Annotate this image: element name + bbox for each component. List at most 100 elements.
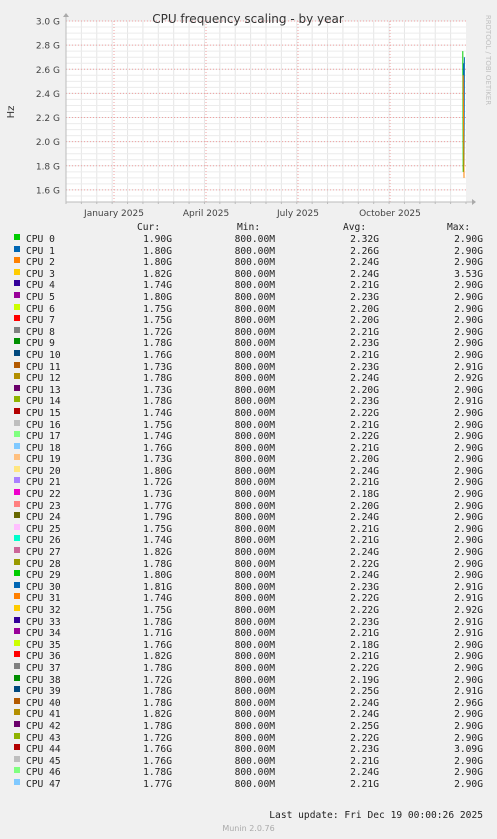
- legend-swatch: [14, 419, 20, 426]
- legend-series-name: CPU 44: [26, 744, 61, 756]
- legend-cur-value: 1.78G: [143, 396, 172, 408]
- legend-swatch: [14, 755, 20, 762]
- legend-cur-value: 1.78G: [143, 767, 172, 779]
- legend-row: CPU 36 1.82G 800.00M 2.21G 2.90G: [0, 651, 497, 663]
- legend-series-name: CPU 4: [26, 280, 55, 292]
- legend-max-value: 2.90G: [454, 535, 483, 547]
- legend-avg-value: 2.21G: [350, 523, 379, 535]
- y-tick-label: 1.8 G: [36, 162, 60, 172]
- legend-row: CPU 45 1.76G 800.00M 2.21G 2.90G: [0, 755, 497, 768]
- legend-min-value: 800.00M: [234, 535, 275, 547]
- legend-series-name: CPU 32: [26, 605, 61, 616]
- legend-swatch: [14, 349, 20, 356]
- legend-swatch: [14, 547, 20, 554]
- legend-min-value: 800.00M: [234, 755, 275, 767]
- legend-series-name: CPU 30: [26, 581, 61, 593]
- legend-avg-value: 2.25G: [350, 720, 379, 732]
- legend-cur-value: 1.78G: [143, 697, 172, 709]
- legend-row: CPU 13 1.73G 800.00M 2.20G 2.90G: [0, 384, 497, 397]
- legend-max-value: 2.90G: [454, 326, 483, 338]
- legend-series-name: CPU 37: [26, 662, 61, 674]
- legend-row: CPU 3 1.82G 800.00M 2.24G 3.53G: [0, 268, 497, 281]
- legend-cur-value: 1.72G: [143, 477, 172, 489]
- legend-cur-value: 1.75G: [143, 605, 172, 616]
- legend-cur-value: 1.82G: [143, 709, 172, 721]
- legend-series-name: CPU 31: [26, 593, 61, 605]
- legend-avg-value: 2.24G: [350, 373, 379, 385]
- legend-avg-value: 2.21G: [350, 535, 379, 547]
- legend-swatch: [14, 407, 20, 414]
- legend-min-value: 800.00M: [234, 605, 275, 616]
- legend-min-value: 800.00M: [234, 465, 275, 477]
- legend-row: CPU 4 1.74G 800.00M 2.21G 2.90G: [0, 280, 497, 292]
- legend-series-name: CPU 36: [26, 651, 61, 663]
- legend-min-value: 800.00M: [234, 234, 275, 245]
- legend-swatch: [14, 662, 20, 669]
- x-tick-label: July 2025: [276, 209, 319, 219]
- legend-series-name: CPU 18: [26, 442, 61, 454]
- legend-max-value: 2.90G: [454, 245, 483, 257]
- legend-min-value: 800.00M: [234, 744, 275, 756]
- legend-max-value: 2.90G: [454, 755, 483, 767]
- legend-row: CPU 39 1.78G 800.00M 2.25G 2.91G: [0, 686, 497, 698]
- legend-row: CPU 14 1.78G 800.00M 2.23G 2.91G: [0, 396, 497, 408]
- legend-min-value: 800.00M: [234, 477, 275, 489]
- legend-cur-value: 1.75G: [143, 303, 172, 315]
- legend-cur-value: 1.77G: [143, 778, 172, 790]
- legend-row: CPU 6 1.75G 800.00M 2.20G 2.90G: [0, 303, 497, 316]
- legend-cur-value: 1.76G: [143, 639, 172, 651]
- legend-avg-value: 2.23G: [350, 616, 379, 628]
- legend-max-value: 2.90G: [454, 732, 483, 744]
- legend-min-value: 800.00M: [234, 651, 275, 663]
- legend-swatch: [14, 234, 20, 240]
- legend-cur-value: 1.77G: [143, 500, 172, 512]
- legend-avg-value: 2.24G: [350, 268, 379, 280]
- legend-max-value: 2.90G: [454, 419, 483, 431]
- legend-cur-value: 1.73G: [143, 454, 172, 466]
- legend-swatch: [14, 361, 20, 368]
- legend-series-name: CPU 33: [26, 616, 61, 628]
- legend-series-name: CPU 17: [26, 431, 61, 443]
- legend-max-value: 2.90G: [454, 651, 483, 663]
- legend-min-value: 800.00M: [234, 315, 275, 327]
- legend-cur-value: 1.73G: [143, 361, 172, 373]
- legend-row: CPU 12 1.78G 800.00M 2.24G 2.92G: [0, 373, 497, 385]
- legend-swatch: [14, 720, 20, 727]
- chart: 1.6 G 1.8 G 2.0 G 2.2 G 2.4 G 2.6 G 2.8 G 3.0 G…: [6, 12, 492, 219]
- legend-max-value: 2.90G: [454, 384, 483, 396]
- legend-avg-value: 2.20G: [350, 500, 379, 512]
- legend-series-name: CPU 14: [26, 396, 61, 408]
- legend-swatch: [14, 257, 20, 264]
- legend-min-value: 800.00M: [234, 407, 275, 419]
- legend-avg-value: 2.23G: [350, 361, 379, 373]
- legend-swatch: [14, 523, 20, 530]
- legend-cur-value: 1.80G: [143, 465, 172, 477]
- legend-cur-value: 1.78G: [143, 616, 172, 628]
- legend-series-name: CPU 13: [26, 384, 61, 396]
- legend-series-name: CPU 0: [26, 234, 55, 245]
- legend-min-value: 800.00M: [234, 326, 275, 338]
- legend-row: CPU 30 1.81G 800.00M 2.23G 2.91G: [0, 581, 497, 594]
- legend-series-name: CPU 38: [26, 674, 61, 686]
- legend-avg-value: 2.20G: [350, 315, 379, 327]
- legend-avg-value: 2.22G: [350, 431, 379, 443]
- y-tick-label: 2.4 G: [36, 90, 60, 100]
- legend-cur-value: 1.72G: [143, 674, 172, 686]
- legend-avg-value: 2.23G: [350, 744, 379, 756]
- last-update: Last update: Fri Dec 19 00:00:26 2025: [269, 810, 483, 821]
- legend-cur-value: 1.79G: [143, 512, 172, 524]
- legend-row: CPU 44 1.76G 800.00M 2.23G 3.09G: [0, 744, 497, 756]
- legend-swatch: [14, 280, 20, 287]
- legend-cur-value: 1.73G: [143, 384, 172, 396]
- legend-max-value: 2.90G: [454, 512, 483, 524]
- legend-swatch: [14, 291, 20, 298]
- legend-min-value: 800.00M: [234, 268, 275, 280]
- legend-min-value: 800.00M: [234, 454, 275, 466]
- x-axis-arrow: [472, 199, 476, 205]
- legend-swatch: [14, 489, 20, 496]
- legend-avg-value: 2.22G: [350, 558, 379, 570]
- legend-max-value: 2.90G: [454, 720, 483, 732]
- legend-min-value: 800.00M: [234, 442, 275, 454]
- legend-swatch: [14, 384, 20, 391]
- legend-swatch: [14, 651, 20, 658]
